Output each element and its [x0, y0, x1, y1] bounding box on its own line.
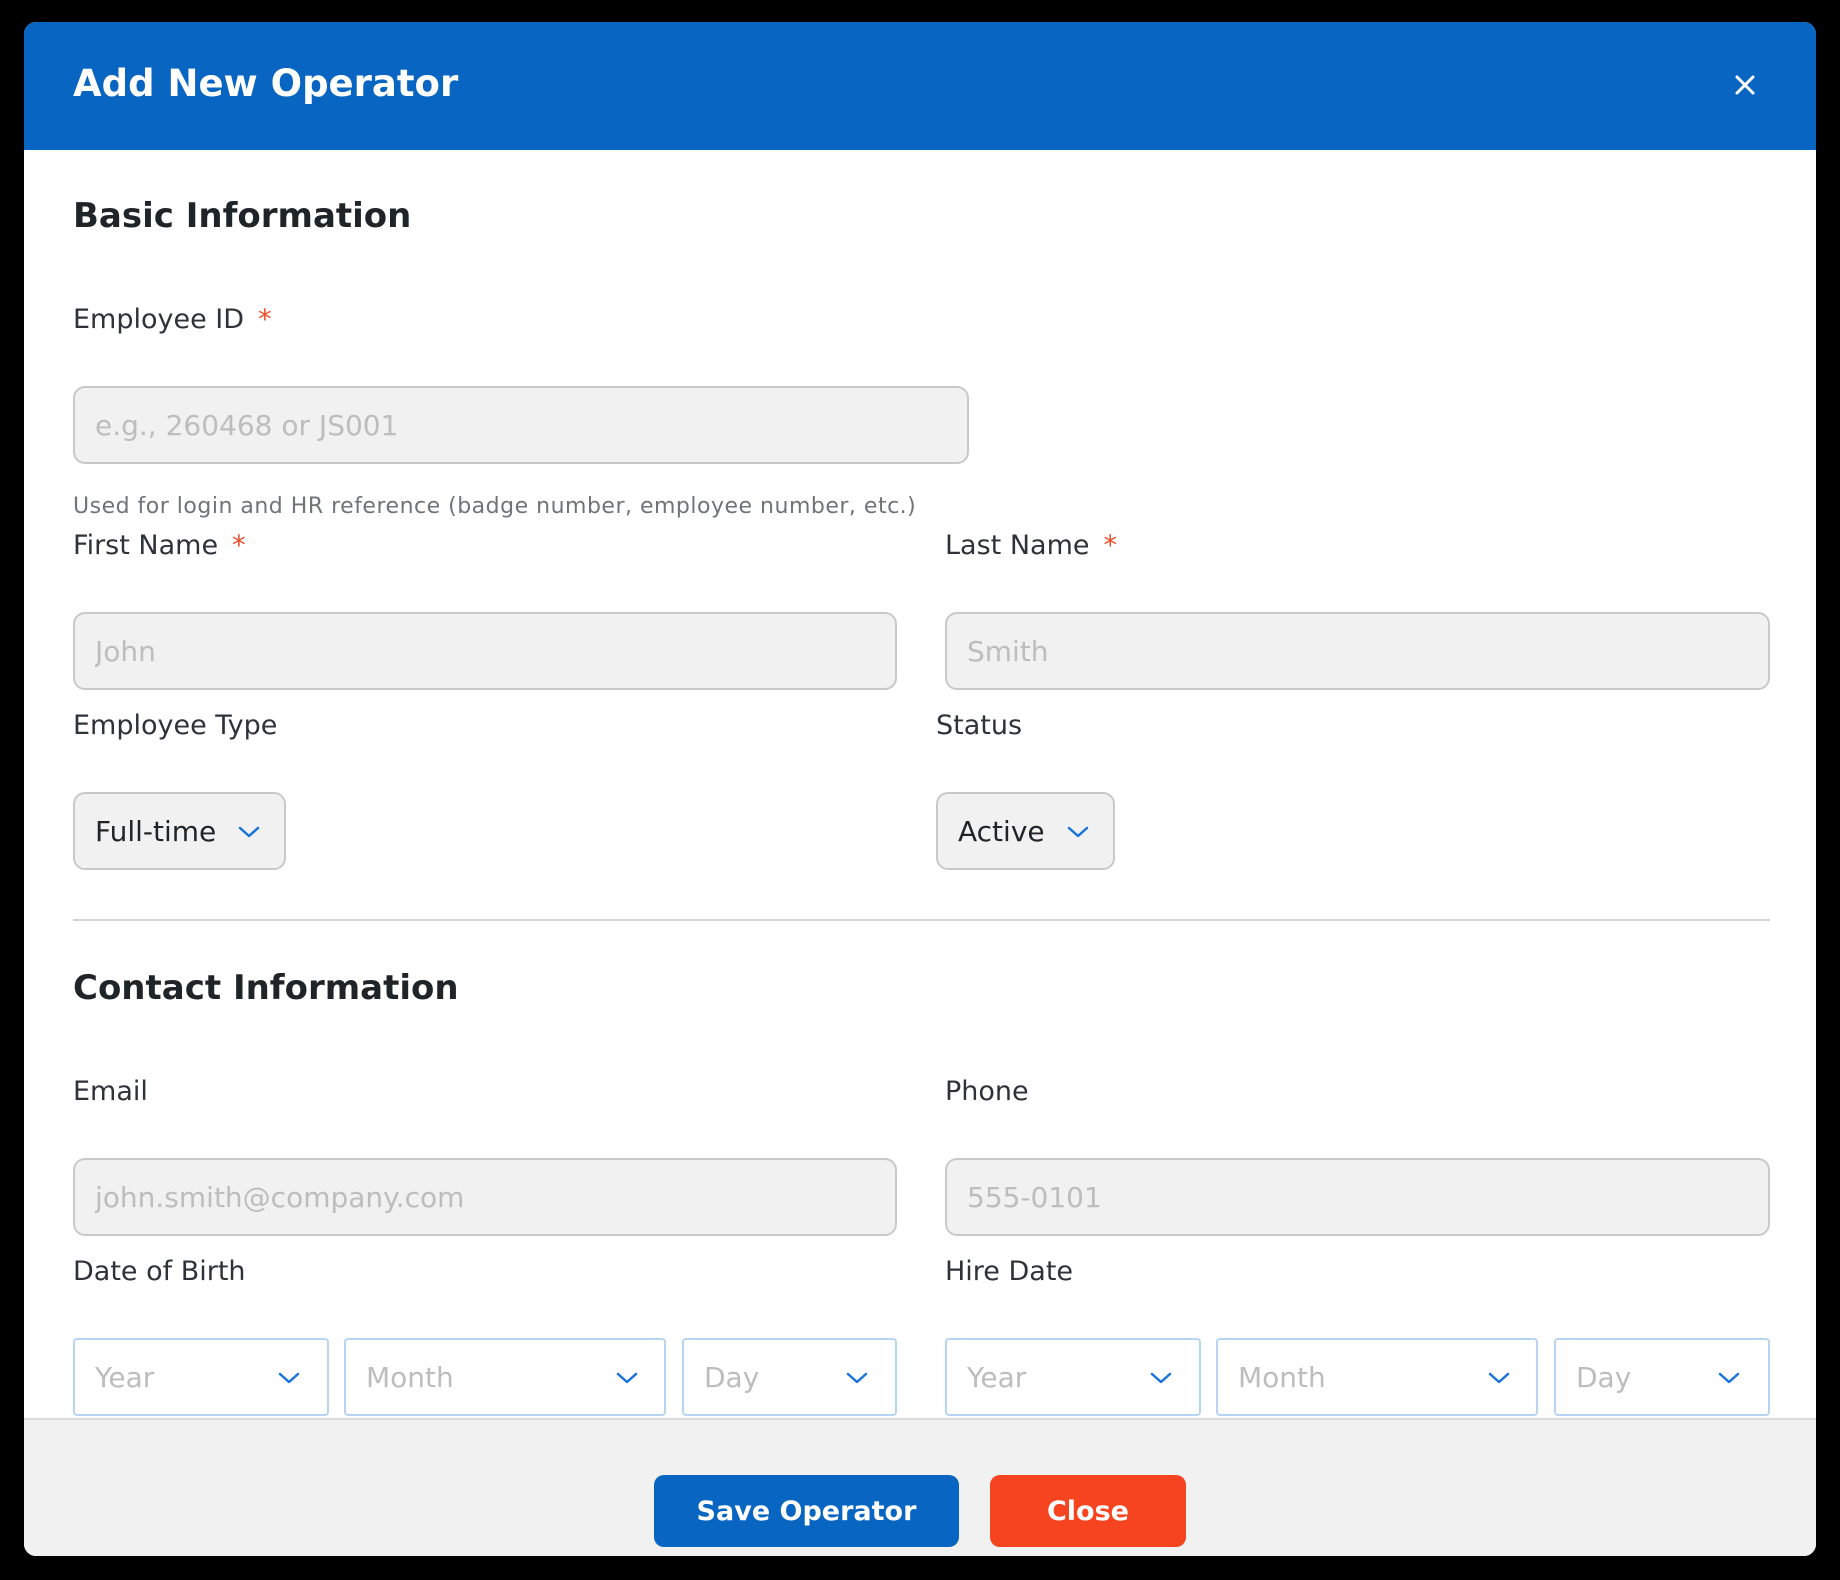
- dob-month-placeholder: Month: [366, 1360, 454, 1394]
- last-name-label-text: Last Name: [945, 530, 1090, 561]
- employee-id-input[interactable]: [73, 386, 969, 464]
- chevron-down-icon: [1488, 1372, 1510, 1384]
- hire-day-placeholder: Day: [1576, 1360, 1632, 1394]
- close-icon[interactable]: [1724, 64, 1766, 106]
- last-name-input[interactable]: [945, 612, 1770, 690]
- phone-label: Phone: [945, 1076, 1029, 1107]
- email-input[interactable]: [73, 1158, 897, 1236]
- status-selected: Active: [958, 814, 1045, 848]
- status-select[interactable]: Active: [936, 792, 1115, 870]
- last-name-label: Last Name *: [945, 530, 1117, 561]
- dialog-header: Add New Operator: [24, 22, 1816, 150]
- chevron-down-icon: [1718, 1372, 1740, 1384]
- hire-year-placeholder: Year: [967, 1360, 1027, 1394]
- add-operator-dialog: Add New Operator Basic Information Emplo…: [24, 22, 1816, 1556]
- dialog-footer: Save Operator Close: [24, 1418, 1816, 1556]
- contact-information-heading: Contact Information: [73, 968, 459, 1008]
- dob-year-select[interactable]: Year: [73, 1338, 329, 1416]
- close-button[interactable]: Close: [990, 1475, 1186, 1547]
- chevron-down-icon: [238, 826, 260, 838]
- employee-type-select[interactable]: Full-time: [73, 792, 286, 870]
- hire-date-label: Hire Date: [945, 1256, 1074, 1287]
- dob-year-placeholder: Year: [95, 1360, 155, 1394]
- employee-id-label: Employee ID *: [73, 304, 272, 335]
- hire-month-placeholder: Month: [1238, 1360, 1326, 1394]
- dob-month-select[interactable]: Month: [344, 1338, 666, 1416]
- first-name-input[interactable]: [73, 612, 897, 690]
- hire-month-select[interactable]: Month: [1216, 1338, 1538, 1416]
- chevron-down-icon: [278, 1372, 300, 1384]
- section-divider: [73, 919, 1770, 921]
- hire-year-select[interactable]: Year: [945, 1338, 1201, 1416]
- save-operator-button[interactable]: Save Operator: [654, 1475, 959, 1547]
- basic-information-heading: Basic Information: [73, 196, 412, 236]
- hire-day-select[interactable]: Day: [1554, 1338, 1770, 1416]
- employee-id-label-text: Employee ID: [73, 304, 245, 335]
- chevron-down-icon: [1150, 1372, 1172, 1384]
- first-name-label-text: First Name: [73, 530, 219, 561]
- first-name-label: First Name *: [73, 530, 246, 561]
- required-marker: *: [258, 304, 272, 335]
- dob-day-placeholder: Day: [704, 1360, 760, 1394]
- phone-input[interactable]: [945, 1158, 1770, 1236]
- required-marker: *: [1103, 530, 1117, 561]
- employee-id-help-text: Used for login and HR reference (badge n…: [73, 494, 917, 519]
- chevron-down-icon: [846, 1372, 868, 1384]
- dob-day-select[interactable]: Day: [682, 1338, 897, 1416]
- employee-type-label: Employee Type: [73, 710, 278, 741]
- employee-type-selected: Full-time: [95, 814, 217, 848]
- chevron-down-icon: [616, 1372, 638, 1384]
- dialog-title: Add New Operator: [73, 62, 459, 105]
- date-of-birth-label: Date of Birth: [73, 1256, 246, 1287]
- chevron-down-icon: [1067, 826, 1089, 838]
- email-label: Email: [73, 1076, 148, 1107]
- required-marker: *: [232, 530, 246, 561]
- status-label: Status: [936, 710, 1023, 741]
